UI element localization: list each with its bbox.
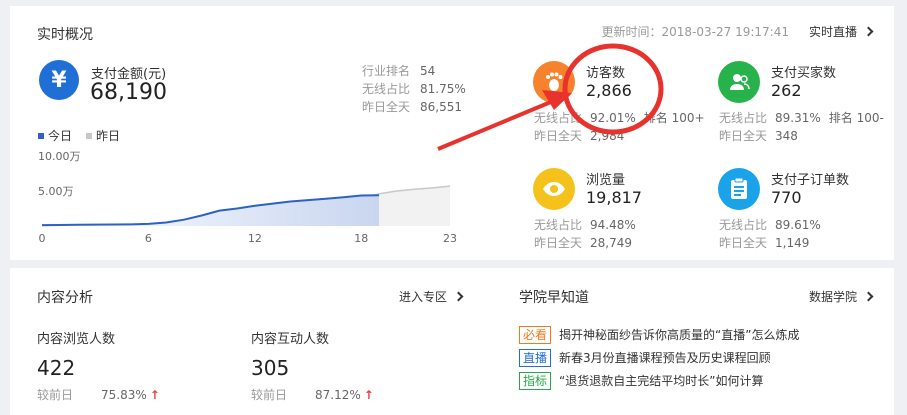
- legend-yesterday-swatch: [86, 132, 93, 139]
- arrow-up-icon: ↑: [149, 388, 160, 402]
- metric-label: 浏览量: [586, 173, 626, 188]
- realtime-overview-panel: 实时概况 更新时间：2018-03-27 19:17:41 实时直播 ¥ 支付金…: [10, 6, 894, 260]
- metric-label: 支付子订单数: [771, 173, 850, 188]
- academy-news-list: 必看 揭开神秘面纱告诉你高质量的“直播”怎么炼成 直播 新春3月份直播课程预告及历史…: [519, 323, 879, 392]
- news-text: 揭开神秘面纱告诉你高质量的“直播”怎么炼成: [559, 328, 800, 342]
- clipboard-icon: [718, 168, 760, 210]
- metric-value: 770: [771, 188, 802, 207]
- x-tick-label: 23: [443, 232, 457, 245]
- rank-row: 无线占比 81.75%: [362, 82, 466, 96]
- metric-sub: 无线占比 92.01% 排名 100+ 昨日全天 2,984: [534, 111, 705, 143]
- legend-today[interactable]: 今日: [38, 127, 72, 144]
- chart-legend: 今日 昨日: [38, 127, 134, 144]
- payment-value: 68,190: [90, 80, 167, 105]
- metric-value: 19,817: [586, 188, 642, 207]
- x-tick-label: 12: [248, 232, 262, 245]
- content-analysis-title: 内容分析: [37, 290, 93, 306]
- news-item[interactable]: 直播 新春3月份直播课程预告及历史课程回顾: [519, 346, 879, 369]
- news-tag: 必看: [519, 325, 552, 344]
- stat-content-interactions: 内容互动人数 305 较前日 87.12% ↑: [251, 332, 374, 402]
- metric-label: 支付买家数: [771, 66, 837, 81]
- live-link[interactable]: 实时直播: [809, 23, 857, 40]
- metric-sub: 无线占比 89.61% 昨日全天 1,149: [719, 218, 821, 250]
- metric-value: 2,866: [586, 81, 632, 100]
- news-tag: 直播: [519, 348, 552, 367]
- chevron-right-icon[interactable]: [453, 291, 464, 302]
- enter-zone-link[interactable]: 进入专区: [399, 288, 464, 305]
- data-academy-link[interactable]: 数据学院: [809, 288, 874, 305]
- legend-yesterday[interactable]: 昨日: [86, 127, 120, 144]
- x-tick-label: 18: [354, 232, 368, 245]
- chevron-right-icon[interactable]: [863, 291, 874, 302]
- update-time: 更新时间：2018-03-27 19:17:41: [601, 25, 789, 39]
- payment-rank-block: 行业排名 54 无线占比 81.75% 昨日全天 86,551: [362, 62, 466, 116]
- yuan-icon: ¥: [39, 60, 79, 100]
- metric-value: 262: [771, 81, 802, 100]
- stat-content-views: 内容浏览人数 422 较前日 75.83% ↑: [37, 332, 160, 402]
- chevron-right-icon[interactable]: [863, 26, 874, 37]
- arrow-up-icon: ↑: [363, 388, 374, 402]
- legend-today-swatch: [38, 132, 44, 139]
- news-tag: 指标: [519, 371, 552, 390]
- news-item[interactable]: 指标 “退货退款自主完结平均时长”如何计算: [519, 369, 879, 392]
- academy-title: 学院早知道: [519, 290, 589, 306]
- y-tick-label: 5.00万: [38, 185, 74, 198]
- eye-icon: [533, 168, 575, 210]
- overview-title: 实时概况: [37, 27, 93, 43]
- metric-buyers[interactable]: 支付买家数 262 无线占比 89.31% 排名 100- 昨日全天 348: [718, 61, 907, 151]
- metric-label: 访客数: [586, 66, 626, 81]
- payment-trend-chart: 10.00万 5.00万 0 6 12 18 23: [38, 150, 457, 245]
- footprint-icon: [533, 61, 575, 103]
- news-item[interactable]: 必看 揭开神秘面纱告诉你高质量的“直播”怎么炼成: [519, 323, 879, 346]
- metric-sub: 无线占比 89.31% 排名 100- 昨日全天 348: [719, 111, 884, 143]
- metric-visitors[interactable]: 访客数 2,866 无线占比 92.01% 排名 100+ 昨日全天 2,984: [533, 61, 733, 151]
- bottom-panel: 内容分析 进入专区 内容浏览人数 422 较前日 75.83% ↑ 内容互动人数 3…: [10, 268, 894, 415]
- x-tick-label: 0: [39, 232, 46, 245]
- rank-row: 行业排名 54: [362, 64, 436, 78]
- y-tick-label: 10.00万: [38, 150, 81, 163]
- metric-orders[interactable]: 支付子订单数 770 无线占比 89.61% 昨日全天 1,149: [718, 168, 907, 258]
- rank-row: 昨日全天 86,551: [362, 100, 462, 114]
- news-text: 新春3月份直播课程预告及历史课程回顾: [559, 351, 771, 365]
- overview-header-right: 更新时间：2018-03-27 19:17:41 实时直播: [601, 23, 874, 40]
- today-area: [42, 195, 380, 226]
- metric-pageviews[interactable]: 浏览量 19,817 无线占比 94.48% 昨日全天 28,749: [533, 168, 733, 258]
- user-icon: [718, 61, 760, 103]
- news-text: “退货退款自主完结平均时长”如何计算: [559, 374, 764, 388]
- metric-sub: 无线占比 94.48% 昨日全天 28,749: [534, 218, 636, 250]
- x-tick-label: 6: [145, 232, 152, 245]
